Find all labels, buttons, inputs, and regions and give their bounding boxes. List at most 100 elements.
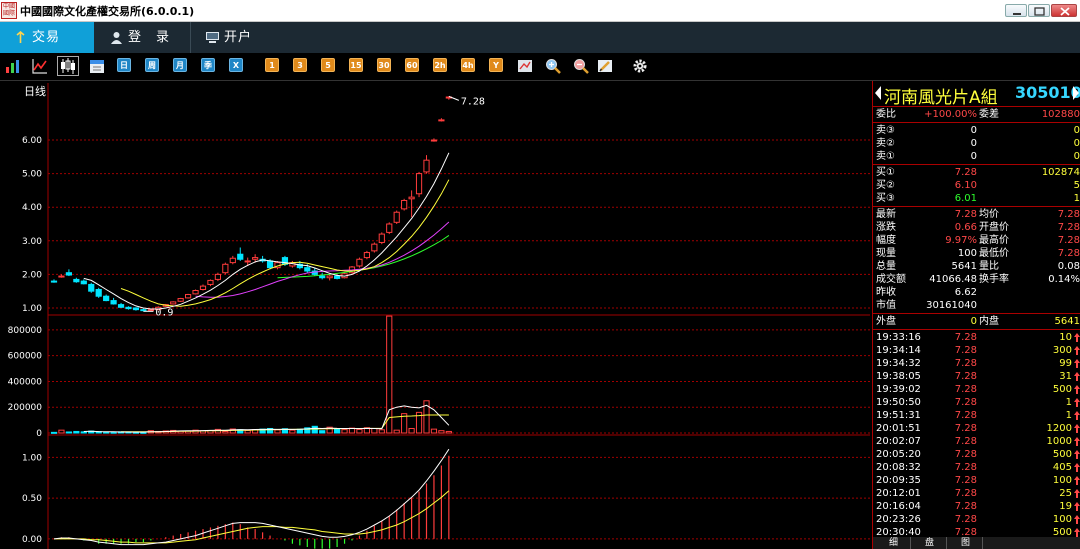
stat-value: 41066.48 [929, 274, 977, 285]
stat-value: 6.62 [954, 287, 977, 298]
tick-row: 19:33:16 7.28 10 [873, 331, 1080, 344]
period-3min-button[interactable]: 3 [293, 58, 307, 72]
volume-bar [408, 427, 415, 434]
tick-row: 20:09:35 7.28 100 [873, 474, 1080, 487]
zoom-in-icon[interactable] [545, 58, 561, 74]
bid-price: 6.01 [954, 193, 977, 204]
title-bar: 中國國際 中國國際文化產權交易所(6.0.0.1) [0, 0, 1080, 22]
volume-bar [244, 429, 251, 434]
volume-bar [311, 425, 318, 434]
volume-bar [289, 429, 296, 434]
volume-bar [58, 429, 65, 434]
candle-body [192, 289, 199, 295]
stat-value: 0.66 [954, 222, 977, 233]
menu-trade[interactable]: 交易 [0, 22, 94, 53]
maximize-button[interactable] [1028, 4, 1050, 17]
volume-bar [103, 431, 110, 434]
candle-body [73, 278, 80, 283]
candle-body [237, 253, 244, 260]
tab-detail[interactable]: 细 [877, 537, 911, 549]
ask-row: 卖① 0 0 [873, 150, 1080, 163]
volume-tick-label: 0 [36, 429, 42, 439]
stat-label-2: 均价 [979, 209, 999, 220]
period-day-button[interactable]: 日 [117, 58, 131, 72]
up-arrow-icon [1074, 489, 1080, 498]
close-button[interactable] [1051, 4, 1077, 17]
period-1min-button[interactable]: 1 [265, 58, 279, 72]
period-30min-button[interactable]: 30 [377, 58, 391, 72]
volume-bar [73, 430, 80, 434]
pencil-icon[interactable] [597, 58, 613, 74]
next-stock-arrow-icon[interactable] [1073, 86, 1079, 100]
tab-book[interactable]: 盘 [913, 537, 947, 549]
tick-row: 20:05:20 7.28 500 [873, 448, 1080, 461]
ask-price: 0 [970, 125, 977, 136]
period-60min-button[interactable]: 60 [405, 58, 419, 72]
stock-name: 河南風光片A組 [884, 88, 998, 108]
gear-icon[interactable] [632, 58, 648, 74]
tick-row: 20:02:07 7.28 1000 [873, 435, 1080, 448]
period-year-button[interactable]: Y [489, 58, 503, 72]
candle-body [170, 301, 177, 305]
tick-time: 19:50:50 [876, 397, 921, 408]
toolbar: 日 周 月 季 X 1 3 5 15 30 60 2h 4h Y [0, 53, 1080, 81]
zoom-out-icon[interactable] [573, 58, 589, 74]
period-week-button[interactable]: 周 [145, 58, 159, 72]
candle-body [50, 280, 58, 283]
candle-body [371, 243, 378, 252]
tick-time: 20:01:51 [876, 423, 921, 434]
period-x-button[interactable]: X [229, 58, 243, 72]
tick-price: 7.28 [954, 345, 977, 356]
volume-bar [393, 429, 400, 434]
bar-chart-icon[interactable] [5, 58, 21, 74]
tick-price: 7.28 [954, 488, 977, 499]
menu-login[interactable]: 登 录 [96, 22, 191, 53]
tick-row: 20:08:32 7.28 405 [873, 461, 1080, 474]
volume-tick-label: 200000 [8, 403, 43, 413]
volume-bar [430, 428, 438, 434]
stat-row: 现量 100 最低价 7.28 [873, 247, 1080, 260]
stat-label: 最新 [876, 209, 896, 220]
stat-row: 总量 5641 量比 0.08 [873, 260, 1080, 273]
kline-chart[interactable]: 6.00 5.00 4.00 3.00 2.00 1.00 800000 600000 4000… [0, 81, 870, 549]
candle-body [401, 199, 408, 210]
ask-price: 0 [970, 151, 977, 162]
period-month-button[interactable]: 月 [173, 58, 187, 72]
calendar-icon[interactable] [89, 58, 105, 74]
tick-price: 7.28 [954, 384, 977, 395]
ask-price: 0 [970, 138, 977, 149]
period-15min-button[interactable]: 15 [349, 58, 363, 72]
minimize-button[interactable] [1005, 4, 1027, 17]
candle-body [103, 295, 110, 302]
tick-time: 20:23:26 [876, 514, 921, 525]
stat-row: 涨跌 0.66 开盘价 7.28 [873, 221, 1080, 234]
tick-volume: 31 [1059, 371, 1072, 382]
monitor-icon [206, 32, 219, 43]
tick-price: 7.28 [954, 410, 977, 421]
stat-value-2: 0.14% [1048, 274, 1080, 285]
tick-price: 7.28 [954, 423, 977, 434]
volume-bar [378, 429, 385, 434]
price-tick-label: 3.00 [22, 237, 42, 247]
tick-price: 7.28 [954, 436, 977, 447]
candlestick-button[interactable] [57, 56, 79, 76]
period-season-button[interactable]: 季 [201, 58, 215, 72]
up-arrow-icon [1074, 333, 1080, 342]
tick-volume: 25 [1059, 488, 1072, 499]
candle-body [207, 279, 214, 285]
tick-volume: 1 [1065, 397, 1072, 408]
period-5min-button[interactable]: 5 [321, 58, 335, 72]
stat-label: 现量 [876, 248, 896, 259]
menu-open-account[interactable]: 开户 [192, 22, 292, 53]
line-chart-icon[interactable] [32, 58, 48, 74]
tab-chart[interactable]: 图 [949, 537, 983, 549]
volume-bar [356, 428, 363, 434]
period-2h-button[interactable]: 2h [433, 58, 447, 72]
prev-stock-arrow-icon[interactable] [875, 86, 881, 100]
volume-bar [274, 429, 281, 434]
price-tick-label: 4.00 [22, 203, 42, 213]
drawing-icon[interactable] [517, 58, 533, 74]
bid-label: 买① [876, 167, 895, 178]
period-4h-button[interactable]: 4h [461, 58, 475, 72]
tick-price: 7.28 [954, 371, 977, 382]
